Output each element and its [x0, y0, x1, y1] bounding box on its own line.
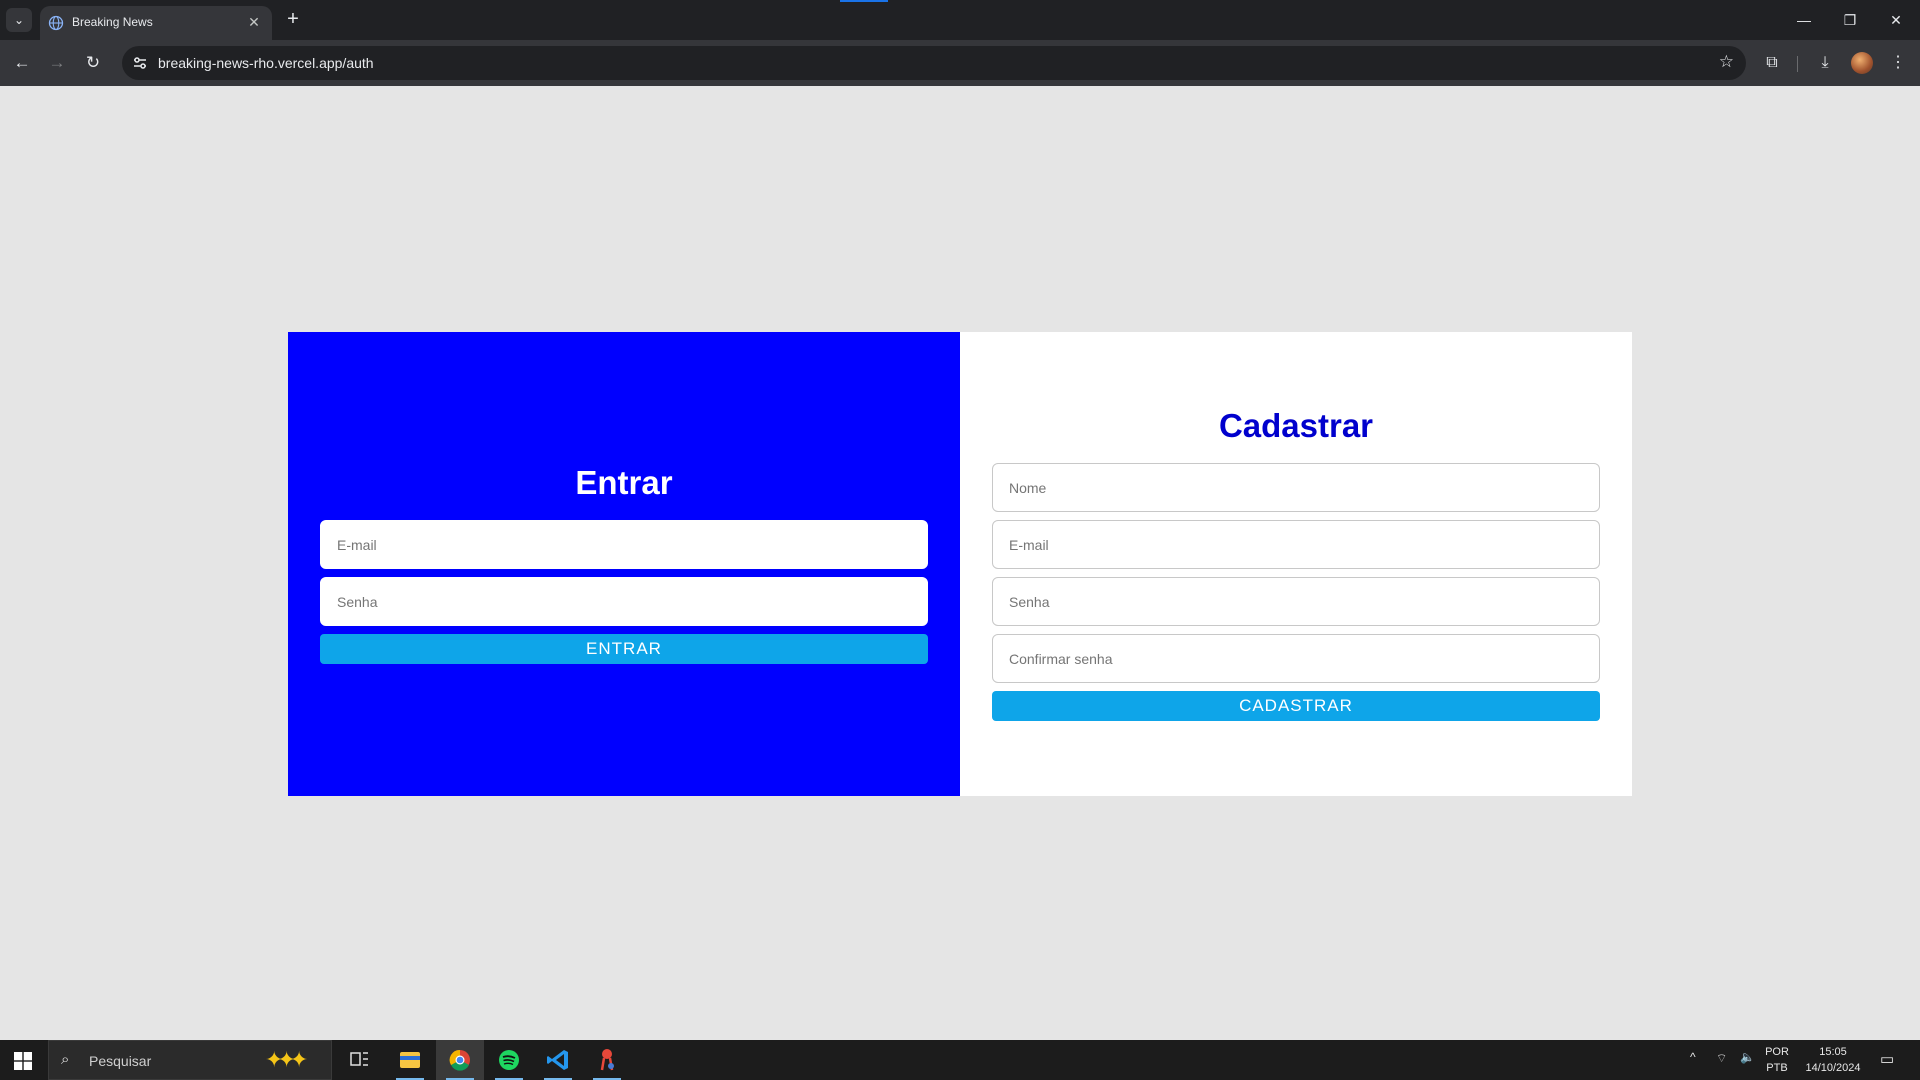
- minimize-button[interactable]: —: [1781, 8, 1827, 32]
- tab-strip-accent: [840, 0, 888, 2]
- signup-confirm-password-input[interactable]: [992, 634, 1600, 683]
- network-icon[interactable]: ⌔: [1716, 1051, 1727, 1080]
- spotify-icon: [499, 1050, 519, 1070]
- url-text: breaking-news-rho.vercel.app/auth: [158, 55, 374, 71]
- signin-email-input[interactable]: [320, 520, 928, 569]
- taskbar-chrome[interactable]: [436, 1040, 484, 1080]
- reload-button[interactable]: ↻: [79, 49, 107, 77]
- taskbar-vscode[interactable]: [534, 1040, 582, 1080]
- windows-start-icon[interactable]: [14, 1052, 32, 1070]
- browser-titlebar: ⌄ Breaking News ✕ + — ❐ ✕: [0, 0, 1920, 40]
- tray-chevron-icon[interactable]: ^: [1690, 1050, 1696, 1080]
- signup-name-input[interactable]: [992, 463, 1600, 512]
- clock-time: 15:05: [1819, 1046, 1847, 1058]
- app-icon: [600, 1049, 614, 1071]
- profile-avatar[interactable]: [1851, 52, 1873, 74]
- file-explorer-icon: [400, 1052, 420, 1068]
- taskbar-search-placeholder: Pesquisar: [89, 1053, 152, 1069]
- signup-form: Cadastrar CADASTRAR: [960, 332, 1632, 796]
- download-icon[interactable]: ⤓: [1813, 51, 1837, 75]
- system-clock[interactable]: 15:05 14/10/2024: [1798, 1044, 1868, 1076]
- menu-kebab-icon[interactable]: ⋮: [1886, 51, 1910, 75]
- restore-button[interactable]: ❐: [1827, 8, 1873, 32]
- task-view-button[interactable]: [335, 1040, 383, 1080]
- input-language-line2: PTB: [1766, 1062, 1788, 1074]
- signin-form: Entrar ENTRAR: [288, 332, 960, 796]
- input-language-line1: POR: [1765, 1046, 1789, 1058]
- signin-submit-button[interactable]: ENTRAR: [320, 634, 928, 664]
- search-icon: ⌕: [61, 1051, 70, 1068]
- toolbar-divider: [1797, 56, 1798, 72]
- chevron-down-icon: ⌄: [13, 13, 25, 27]
- taskbar-file-explorer[interactable]: [386, 1040, 434, 1080]
- signup-email-input[interactable]: [992, 520, 1600, 569]
- extensions-icon[interactable]: ⧉: [1760, 51, 1784, 75]
- tab-search-button[interactable]: ⌄: [6, 8, 32, 32]
- bookmark-star-icon[interactable]: ☆: [1719, 52, 1734, 72]
- browser-toolbar: ← → ↻ breaking-news-rho.vercel.app/auth …: [0, 40, 1920, 86]
- tab-title: Breaking News: [72, 15, 153, 29]
- taskbar: ⌕ Pesquisar ✦✦✦ ^ ⌔ 🔈 POR PTB 15:05 14/1…: [0, 1040, 1920, 1080]
- site-info-icon[interactable]: [130, 53, 150, 73]
- address-bar[interactable]: breaking-news-rho.vercel.app/auth ☆: [122, 46, 1746, 80]
- taskbar-app[interactable]: [583, 1040, 631, 1080]
- input-language[interactable]: POR PTB: [1760, 1044, 1794, 1076]
- signup-title: Cadastrar: [1218, 407, 1374, 444]
- new-tab-button[interactable]: +: [281, 8, 305, 32]
- task-view-icon: [350, 1052, 368, 1066]
- chrome-icon: [449, 1049, 470, 1071]
- signin-password-input[interactable]: [320, 577, 928, 626]
- forward-button[interactable]: →: [43, 49, 71, 77]
- taskbar-search[interactable]: ⌕ Pesquisar ✦✦✦: [48, 1040, 332, 1080]
- volume-icon[interactable]: 🔈: [1740, 1050, 1755, 1080]
- signup-submit-button[interactable]: CADASTRAR: [992, 691, 1600, 721]
- notification-icon[interactable]: ▭: [1880, 1050, 1894, 1080]
- globe-icon: [48, 15, 64, 31]
- browser-tab[interactable]: Breaking News ✕: [40, 6, 272, 40]
- taskbar-spotify[interactable]: [485, 1040, 533, 1080]
- copilot-sparkle-icon: ✦✦✦: [265, 1047, 308, 1072]
- auth-container: Entrar ENTRAR Cadastrar CADASTRAR: [288, 332, 1632, 796]
- vscode-icon: [547, 1050, 568, 1070]
- back-button[interactable]: ←: [8, 49, 36, 77]
- signin-title: Entrar: [575, 464, 673, 501]
- tab-close-icon[interactable]: ✕: [244, 12, 264, 32]
- close-window-button[interactable]: ✕: [1873, 8, 1919, 32]
- signup-password-input[interactable]: [992, 577, 1600, 626]
- clock-date: 14/10/2024: [1805, 1062, 1861, 1074]
